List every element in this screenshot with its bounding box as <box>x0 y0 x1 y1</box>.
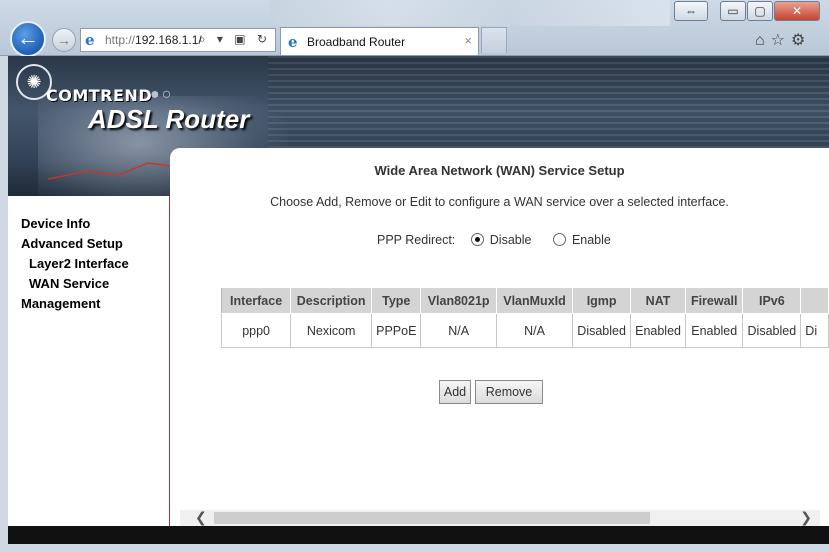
tab-title: Broadband Router <box>307 35 406 49</box>
tab-ie-icon: e <box>288 33 298 51</box>
table-row[interactable]: ppp0 Nexicom PPPoE N/A N/A Disabled Enab… <box>220 313 829 348</box>
page-footer-bar <box>8 526 829 544</box>
page-title: Wide Area Network (WAN) Service Setup <box>374 163 625 178</box>
instructions-text: Choose Add, Remove or Edit to configure … <box>270 195 729 209</box>
ppp-redirect-label: PPP Redirect: <box>377 233 456 247</box>
window-maximize-button[interactable]: ▢ <box>747 1 773 21</box>
cell-vlan8021p: N/A <box>420 313 497 348</box>
ppp-redirect-enable-label: Enable <box>571 233 611 247</box>
window-restore-button[interactable]: ⇔ <box>674 1 708 21</box>
ppp-redirect-disable-label: Disable <box>489 233 532 247</box>
sidebar: Device Info Advanced Setup Layer2 Interf… <box>8 196 170 526</box>
sidebar-item-layer2-interface[interactable]: Layer2 Interface <box>21 254 129 274</box>
col-vlanmuxid: VlanMuxId <box>495 287 574 314</box>
background-blur <box>270 0 670 26</box>
main-content: Wide Area Network (WAN) Service Setup Ch… <box>170 148 829 526</box>
cell-nat: Enabled <box>630 313 687 348</box>
tab-close-icon[interactable]: × <box>464 33 472 48</box>
sidebar-item-management[interactable]: Management <box>21 294 129 314</box>
ie-icon: e <box>85 31 95 49</box>
router-page: ✺ COMTREND ●○ ADSL Router Device Info Ad… <box>8 56 829 526</box>
add-button[interactable]: Add <box>439 380 471 404</box>
col-interface: Interface <box>220 287 292 314</box>
address-tools-icons[interactable]: ⌕ ▾ ▣ ↻ <box>199 32 271 47</box>
remove-button[interactable]: Remove <box>475 380 543 404</box>
col-description: Description <box>290 287 373 314</box>
wan-service-table: Interface Description Type Vlan8021p Vla… <box>220 287 829 348</box>
forward-button[interactable]: → <box>52 28 76 52</box>
cell-overflow: Di <box>800 313 829 348</box>
col-vlan8021p: Vlan8021p <box>420 287 497 314</box>
tab-broadband-router[interactable]: e Broadband Router × <box>280 27 479 55</box>
browser-chrome: ← → e http://192.168.1.1/ ⌕ ▾ ▣ ↻ e Broa… <box>0 0 829 57</box>
new-tab-button[interactable] <box>481 27 507 53</box>
back-button[interactable]: ← <box>10 21 46 57</box>
back-arrow-icon: ← <box>17 25 39 50</box>
forward-arrow-icon: → <box>57 32 71 48</box>
scroll-left-icon[interactable]: ❮ <box>195 509 207 526</box>
brand-name: COMTREND <box>46 86 153 105</box>
cell-igmp: Disabled <box>572 313 632 348</box>
address-url[interactable]: http://192.168.1.1/ <box>105 33 202 47</box>
col-type: Type <box>371 287 422 314</box>
col-igmp: Igmp <box>572 287 632 314</box>
cell-type: PPPoE <box>371 313 422 348</box>
scroll-right-icon[interactable]: ❯ <box>800 509 812 526</box>
col-nat: NAT <box>630 287 687 314</box>
col-overflow <box>800 287 829 314</box>
sidebar-nav: Device Info Advanced Setup Layer2 Interf… <box>21 214 129 314</box>
address-bar[interactable]: e http://192.168.1.1/ ⌕ ▾ ▣ ↻ <box>80 28 276 52</box>
col-firewall: Firewall <box>685 287 744 314</box>
table-header-row: Interface Description Type Vlan8021p Vla… <box>220 287 829 314</box>
horizontal-scrollbar[interactable]: ❮ ❯ <box>180 509 820 526</box>
sidebar-item-advanced-setup[interactable]: Advanced Setup <box>21 234 129 254</box>
brand-dots: ●○ <box>150 86 174 103</box>
window-close-button[interactable]: ✕ <box>774 1 820 21</box>
ppp-redirect-disable-radio[interactable] <box>470 233 484 246</box>
cell-firewall: Enabled <box>685 313 744 348</box>
col-ipv6: IPv6 <box>742 287 802 314</box>
scrollbar-thumb[interactable] <box>214 512 650 524</box>
sidebar-item-device-info[interactable]: Device Info <box>21 214 129 234</box>
cell-description: Nexicom <box>290 313 373 348</box>
window-minimize-button[interactable]: ▭ <box>720 1 746 21</box>
banner-stripes <box>268 56 829 151</box>
cell-vlanmuxid: N/A <box>495 313 574 348</box>
ppp-redirect-enable-radio[interactable] <box>552 233 566 246</box>
status-bar <box>0 544 829 552</box>
cell-interface: ppp0 <box>220 313 292 348</box>
home-favorites-settings-icons[interactable]: ⌂☆⚙ <box>755 30 811 50</box>
window-left-edge <box>0 56 8 552</box>
product-name: ADSL Router <box>88 104 250 134</box>
sidebar-item-wan-service[interactable]: WAN Service <box>21 274 129 294</box>
ppp-redirect: PPP Redirect: Disable Enable <box>377 233 617 247</box>
cell-ipv6: Disabled <box>742 313 802 348</box>
